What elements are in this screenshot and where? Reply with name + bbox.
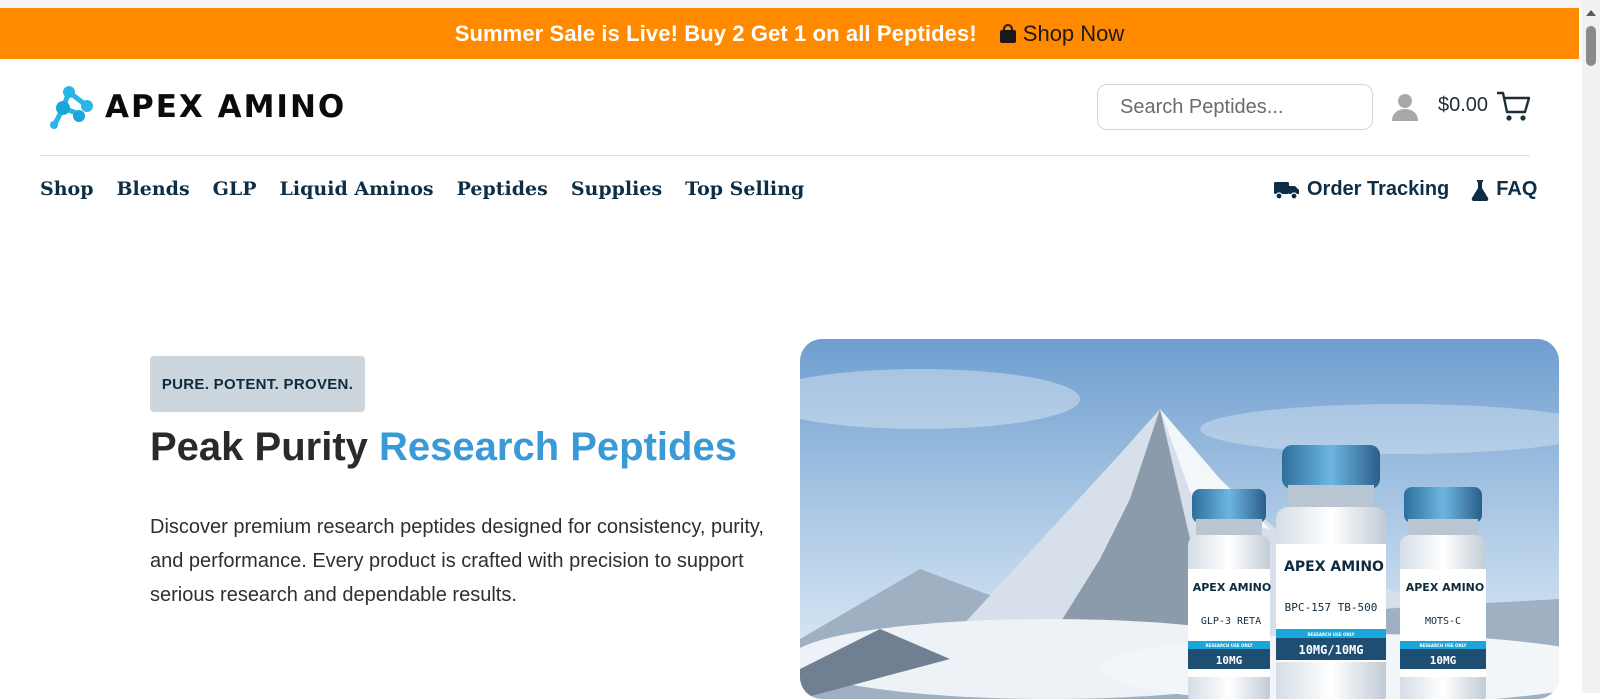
- headline-dark: Peak Purity: [150, 425, 368, 469]
- vial-3-dose: 10MG: [1430, 654, 1457, 667]
- vial-glp3: [1188, 489, 1270, 699]
- vial-2-dose: 10MG/10MG: [1298, 643, 1363, 657]
- user-account-icon[interactable]: [1392, 93, 1418, 121]
- vial-1-footer: RESEARCH USE ONLY: [1205, 643, 1252, 648]
- nav-item-top-selling[interactable]: Top Selling: [685, 178, 804, 200]
- nav-item-supplies[interactable]: Supplies: [571, 178, 662, 200]
- nav-item-peptides[interactable]: Peptides: [457, 178, 548, 200]
- scroll-up-icon[interactable]: [1586, 10, 1596, 16]
- shopping-bag-icon: [999, 23, 1016, 43]
- hero-image: APEX AMINO GLP-3 RETA RESEARCH USE ONLY …: [800, 339, 1559, 699]
- order-tracking-link[interactable]: Order Tracking: [1274, 178, 1449, 201]
- faq-link[interactable]: FAQ: [1471, 178, 1537, 201]
- cart-icon[interactable]: [1496, 90, 1530, 122]
- nav-item-liquid-aminos[interactable]: Liquid Aminos: [280, 178, 434, 200]
- site-header: APEX AMINO $0.00: [40, 60, 1530, 156]
- vial-1-brand: APEX AMINO: [1193, 581, 1272, 594]
- delivery-truck-icon: [1274, 181, 1299, 200]
- page-scrollbar[interactable]: [1582, 0, 1600, 693]
- nav-item-shop[interactable]: Shop: [40, 178, 94, 200]
- headline-accent: Research Peptides: [379, 425, 737, 469]
- vial-3-name: MOTS-C: [1425, 616, 1461, 627]
- header-divider: [40, 155, 1530, 156]
- vial-1-name: GLP-3 RETA: [1201, 616, 1261, 627]
- flask-icon: [1472, 179, 1489, 201]
- vial-3-brand: APEX AMINO: [1406, 581, 1485, 594]
- main-nav: Shop Blends GLP Liquid Aminos Peptides S…: [40, 178, 804, 200]
- mountain-scene: APEX AMINO GLP-3 RETA RESEARCH USE ONLY …: [800, 339, 1559, 699]
- hero-headline: Peak Purity Research Peptides: [150, 425, 737, 470]
- scroll-thumb[interactable]: [1586, 26, 1596, 66]
- order-tracking-label: Order Tracking: [1307, 178, 1450, 200]
- vial-1-dose: 10MG: [1216, 654, 1243, 667]
- shop-now-link[interactable]: Shop Now: [999, 20, 1125, 47]
- hero-description: Discover premium research peptides desig…: [150, 516, 764, 606]
- site-logo[interactable]: APEX AMINO: [45, 84, 346, 130]
- promo-text: Summer Sale is Live! Buy 2 Get 1 on all …: [454, 20, 977, 46]
- top-strip: [0, 0, 1582, 8]
- search-input[interactable]: [1097, 84, 1373, 130]
- logo-text: APEX AMINO: [105, 89, 347, 125]
- nav-item-blends[interactable]: Blends: [117, 178, 190, 200]
- vial-2-name: BPC-157 TB-500: [1285, 601, 1378, 614]
- vial-3-footer: RESEARCH USE ONLY: [1419, 643, 1466, 648]
- nav-item-glp[interactable]: GLP: [213, 178, 257, 200]
- vial-2-footer: RESEARCH USE ONLY: [1307, 632, 1354, 637]
- promo-banner: Summer Sale is Live! Buy 2 Get 1 on all …: [0, 8, 1579, 59]
- shop-now-label: Shop Now: [1022, 20, 1125, 46]
- vial-2-brand: APEX AMINO: [1284, 559, 1384, 575]
- cart-total[interactable]: $0.00: [1438, 94, 1488, 117]
- molecule-logo-icon: [50, 86, 93, 129]
- hero-badge: PURE. POTENT. PROVEN.: [150, 356, 365, 412]
- secondary-nav: Order Tracking FAQ: [1274, 178, 1537, 201]
- faq-label: FAQ: [1496, 178, 1538, 200]
